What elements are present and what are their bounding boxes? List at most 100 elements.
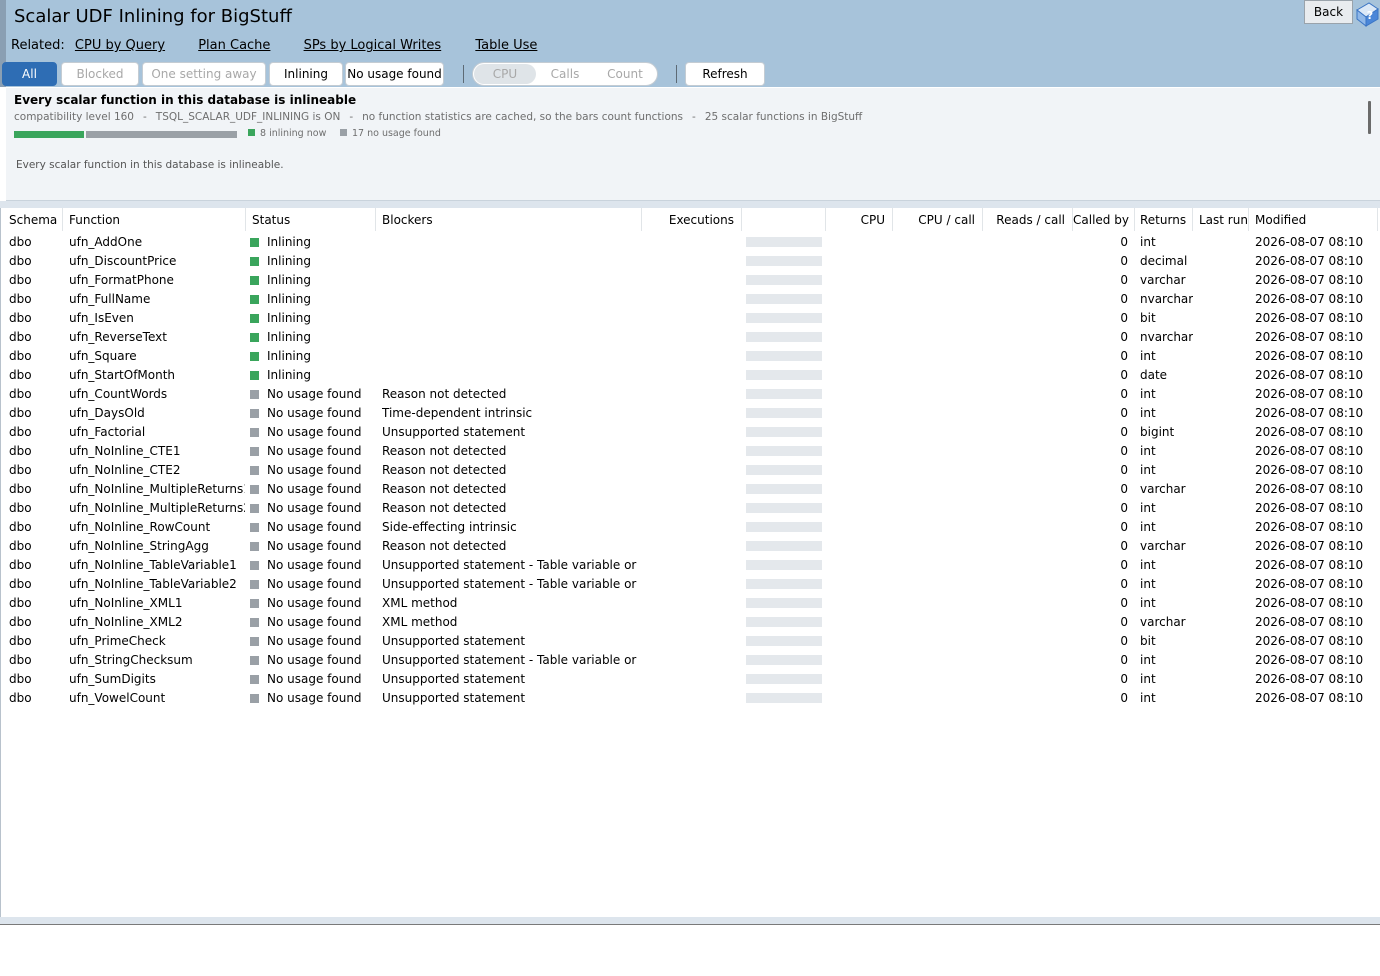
table-row[interactable]: dbo ufn_NoInline_RowCount No usage found Si… xyxy=(1,518,1380,537)
table-row[interactable]: dbo ufn_IsEven Inlining 0 bit 2026-08-07 08:1… xyxy=(1,309,1380,328)
cell-modified: 2026-08-07 08:10 xyxy=(1255,425,1364,439)
status-square-icon xyxy=(250,561,259,570)
table-row[interactable]: dbo ufn_Factorial No usage found Unsupporte… xyxy=(1,423,1380,442)
table-row[interactable]: dbo ufn_VowelCount No usage found Unsupport… xyxy=(1,689,1380,708)
table-row[interactable]: dbo ufn_SumDigits No usage found Unsupporte… xyxy=(1,670,1380,689)
col-header-returns[interactable]: Returns xyxy=(1134,208,1193,231)
meta-separator: - xyxy=(349,111,354,123)
col-header-called-by[interactable]: Called by xyxy=(1073,208,1135,231)
cell-called-by: 0 xyxy=(1120,235,1128,249)
col-header-blockers[interactable]: Blockers xyxy=(376,208,642,231)
status-square-icon xyxy=(250,618,259,627)
cell-function: ufn_DiscountPrice xyxy=(69,254,177,268)
table-row[interactable]: dbo ufn_DaysOld No usage found Time-depende… xyxy=(1,404,1380,423)
table-row[interactable]: dbo ufn_FormatPhone Inlining 0 varchar 2026-0… xyxy=(1,271,1380,290)
summary-scrollbar-thumb[interactable] xyxy=(1368,101,1371,134)
table-row[interactable]: dbo ufn_NoInline_CTE1 No usage found Reason… xyxy=(1,442,1380,461)
table-row[interactable]: dbo ufn_NoInline_TableVariable2 No usage f… xyxy=(1,575,1380,594)
back-button[interactable]: Back xyxy=(1304,0,1353,24)
col-header-bar[interactable] xyxy=(742,208,826,231)
table-row[interactable]: dbo ufn_DiscountPrice Inlining 0 decimal 2026… xyxy=(1,252,1380,271)
cell-function: ufn_SumDigits xyxy=(69,672,156,686)
col-header-executions[interactable]: Executions xyxy=(642,208,742,231)
cell-called-by: 0 xyxy=(1120,387,1128,401)
link-table-use[interactable]: Table Use xyxy=(475,38,537,53)
filter-no-usage-found[interactable]: No usage found xyxy=(345,62,444,86)
table-row[interactable]: dbo ufn_NoInline_XML2 No usage found XML me… xyxy=(1,613,1380,632)
cell-status: No usage found xyxy=(250,537,376,556)
cell-status: Inlining xyxy=(250,290,376,309)
filter-blocked[interactable]: Blocked xyxy=(61,62,139,86)
status-square-icon xyxy=(250,675,259,684)
status-label: No usage found xyxy=(267,501,362,515)
cell-function: ufn_FullName xyxy=(69,292,151,306)
cell-called-by: 0 xyxy=(1120,444,1128,458)
cell-modified: 2026-08-07 08:10 xyxy=(1255,349,1364,363)
col-header-reads-per-call[interactable]: Reads / call xyxy=(983,208,1073,231)
table-row[interactable]: dbo ufn_AddOne Inlining 0 int 2026-08-07 08:1… xyxy=(1,233,1380,252)
status-square-icon xyxy=(250,523,259,532)
cell-schema: dbo xyxy=(9,539,32,553)
cell-returns: nvarchar xyxy=(1140,330,1193,344)
cpu-bar-track xyxy=(746,503,822,513)
cell-modified: 2026-08-07 08:10 xyxy=(1255,463,1364,477)
cell-schema: dbo xyxy=(9,615,32,629)
table-row[interactable]: dbo ufn_NoInline_CTE2 No usage found Reason… xyxy=(1,461,1380,480)
cell-modified: 2026-08-07 08:10 xyxy=(1255,254,1364,268)
cell-returns: int xyxy=(1140,520,1156,534)
link-sps-by-logical-writes[interactable]: SPs by Logical Writes xyxy=(304,38,442,53)
status-label: No usage found xyxy=(267,463,362,477)
table-row[interactable]: dbo ufn_CountWords No usage found Reason no… xyxy=(1,385,1380,404)
col-header-cpu-per-call[interactable]: CPU / call xyxy=(893,208,983,231)
cell-blockers xyxy=(382,233,640,252)
legend-no-usage-swatch xyxy=(340,129,347,136)
cell-schema: dbo xyxy=(9,634,32,648)
table-row[interactable]: dbo ufn_Square Inlining 0 int 2026-08-07 08:1… xyxy=(1,347,1380,366)
col-header-function[interactable]: Function xyxy=(63,208,246,231)
cell-function: ufn_StringChecksum xyxy=(69,653,193,667)
metric-count[interactable]: Count xyxy=(595,64,655,84)
table-row[interactable]: dbo ufn_StartOfMonth Inlining 0 date 2026-08-… xyxy=(1,366,1380,385)
related-label: Related: xyxy=(11,38,65,53)
cell-schema: dbo xyxy=(9,311,32,325)
cell-status: No usage found xyxy=(250,461,376,480)
refresh-button[interactable]: Refresh xyxy=(685,62,765,86)
table-row[interactable]: dbo ufn_NoInline_XML1 No usage found XML me… xyxy=(1,594,1380,613)
filter-inlining[interactable]: Inlining xyxy=(269,62,343,86)
col-header-cpu[interactable]: CPU xyxy=(826,208,893,231)
help-question-icon[interactable]: ? xyxy=(1354,1,1380,27)
status-square-icon xyxy=(250,352,259,361)
metric-cpu[interactable]: CPU xyxy=(474,64,536,84)
cell-modified: 2026-08-07 08:10 xyxy=(1255,672,1364,686)
cell-blockers: Reason not detected xyxy=(382,501,507,515)
table-row[interactable]: dbo ufn_ReverseText Inlining 0 nvarchar 2026-… xyxy=(1,328,1380,347)
cell-status: No usage found xyxy=(250,385,376,404)
cell-called-by: 0 xyxy=(1120,615,1128,629)
cpu-bar-track xyxy=(746,275,822,285)
col-header-schema[interactable]: Schema xyxy=(3,208,63,231)
link-cpu-by-query[interactable]: CPU by Query xyxy=(75,38,165,53)
filter-one-setting-away[interactable]: One setting away xyxy=(142,62,266,86)
legend-inlining: 8 inlining now xyxy=(248,128,326,139)
table-row[interactable]: dbo ufn_NoInline_TableVariable1 No usage f… xyxy=(1,556,1380,575)
table-row[interactable]: dbo ufn_StringChecksum No usage found Unsup… xyxy=(1,651,1380,670)
cell-called-by: 0 xyxy=(1120,653,1128,667)
status-label: No usage found xyxy=(267,520,362,534)
cell-returns: int xyxy=(1140,558,1156,572)
cell-blockers xyxy=(382,252,640,271)
link-plan-cache[interactable]: Plan Cache xyxy=(198,38,270,53)
filter-all[interactable]: All xyxy=(2,62,57,86)
table-row[interactable]: dbo ufn_PrimeCheck No usage found Unsupport… xyxy=(1,632,1380,651)
table-row[interactable]: dbo ufn_FullName Inlining 0 nvarchar 2026-08-… xyxy=(1,290,1380,309)
table-row[interactable]: dbo ufn_NoInline_MultipleReturns2 No usage… xyxy=(1,499,1380,518)
cpu-bar-track xyxy=(746,408,822,418)
col-header-last-run[interactable]: Last run xyxy=(1193,208,1249,231)
table-row[interactable]: dbo ufn_NoInline_StringAgg No usage found R… xyxy=(1,537,1380,556)
col-header-status[interactable]: Status xyxy=(246,208,376,231)
cell-blockers: Time-dependent intrinsic xyxy=(382,406,533,420)
cell-blockers xyxy=(382,309,640,328)
col-header-modified[interactable]: Modified xyxy=(1249,208,1378,231)
cpu-bar-track xyxy=(746,598,822,608)
table-row[interactable]: dbo ufn_NoInline_MultipleReturns1 No usage… xyxy=(1,480,1380,499)
metric-calls[interactable]: Calls xyxy=(536,64,594,84)
